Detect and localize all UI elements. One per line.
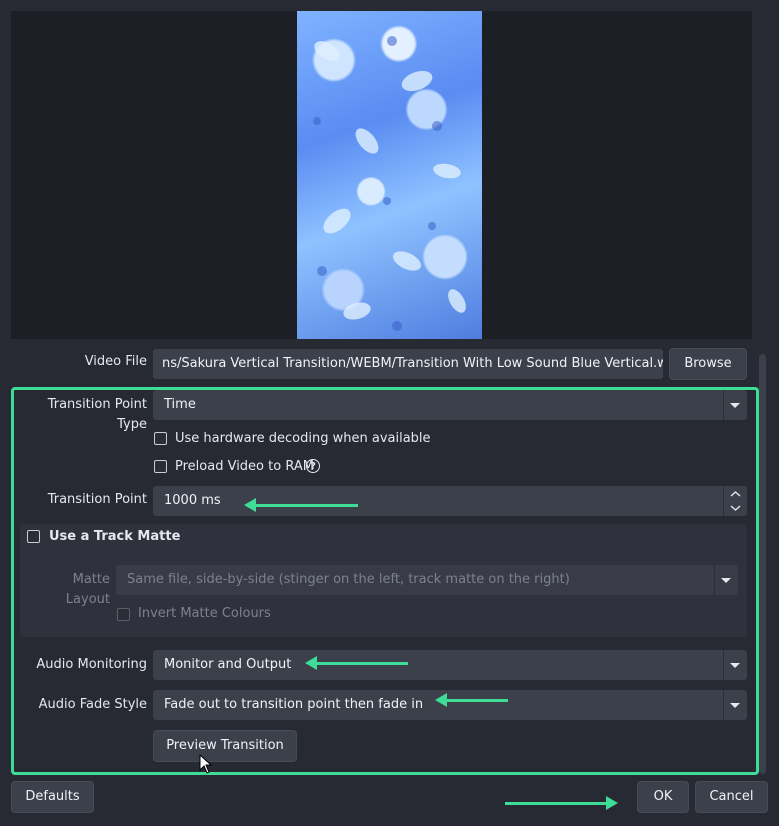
chevron-down-icon — [723, 390, 747, 420]
transition-point-type-value: Time — [164, 397, 196, 412]
scrollbar-thumb[interactable] — [759, 354, 766, 774]
transition-point-label: Transition Point — [47, 492, 147, 507]
video-preview-image — [297, 11, 482, 339]
defaults-button[interactable]: Defaults — [11, 781, 94, 813]
invert-matte-label: Invert Matte Colours — [138, 606, 271, 621]
preview-transition-button[interactable]: Preview Transition — [153, 730, 297, 762]
invert-matte-checkbox — [117, 608, 130, 621]
transition-point-type-label: Transition Point Type — [47, 397, 147, 432]
annotation-arrow-right-icon — [505, 796, 618, 810]
track-matte-label: Use a Track Matte — [49, 529, 181, 544]
hardware-decoding-checkbox[interactable] — [154, 432, 167, 445]
mouse-cursor-icon — [199, 754, 213, 774]
transition-point-value: 1000 ms — [164, 493, 221, 508]
hardware-decoding-label: Use hardware decoding when available — [175, 431, 431, 446]
chevron-down-icon — [723, 650, 747, 680]
spin-buttons[interactable] — [723, 486, 747, 516]
browse-button[interactable]: Browse — [669, 348, 747, 380]
annotation-arrow-left-icon — [305, 656, 408, 670]
audio-monitoring-select[interactable]: Monitor and Output — [153, 650, 747, 680]
video-file-path-field[interactable]: ns/Sakura Vertical Transition/WEBM/Trans… — [153, 349, 663, 379]
ok-button[interactable]: OK — [637, 781, 689, 813]
cancel-button[interactable]: Cancel — [695, 781, 768, 813]
audio-fade-style-select[interactable]: Fade out to transition point then fade i… — [153, 690, 747, 720]
audio-monitoring-label: Audio Monitoring — [36, 657, 147, 672]
matte-layout-label: Matte Layout — [65, 572, 110, 607]
annotation-arrow-left-icon — [244, 498, 358, 512]
matte-layout-select: Same file, side-by-side (stinger on the … — [116, 565, 738, 595]
annotation-arrow-left-icon — [435, 693, 508, 707]
matte-layout-value: Same file, side-by-side (stinger on the … — [127, 572, 570, 587]
question-circle-icon[interactable]: ? — [306, 459, 320, 473]
preload-video-checkbox[interactable] — [154, 460, 167, 473]
track-matte-checkbox[interactable] — [27, 530, 40, 543]
chevron-down-icon — [723, 690, 747, 720]
chevron-down-icon — [714, 565, 738, 595]
transition-point-type-select[interactable]: Time — [153, 390, 747, 420]
audio-fade-style-value: Fade out to transition point then fade i… — [164, 697, 424, 712]
preload-video-label: Preload Video to RAM — [175, 459, 314, 474]
video-file-label: Video File — [84, 354, 147, 369]
transition-point-spinbox[interactable]: 1000 ms — [153, 486, 747, 516]
audio-monitoring-value: Monitor and Output — [164, 657, 292, 672]
audio-fade-style-label: Audio Fade Style — [38, 697, 147, 712]
